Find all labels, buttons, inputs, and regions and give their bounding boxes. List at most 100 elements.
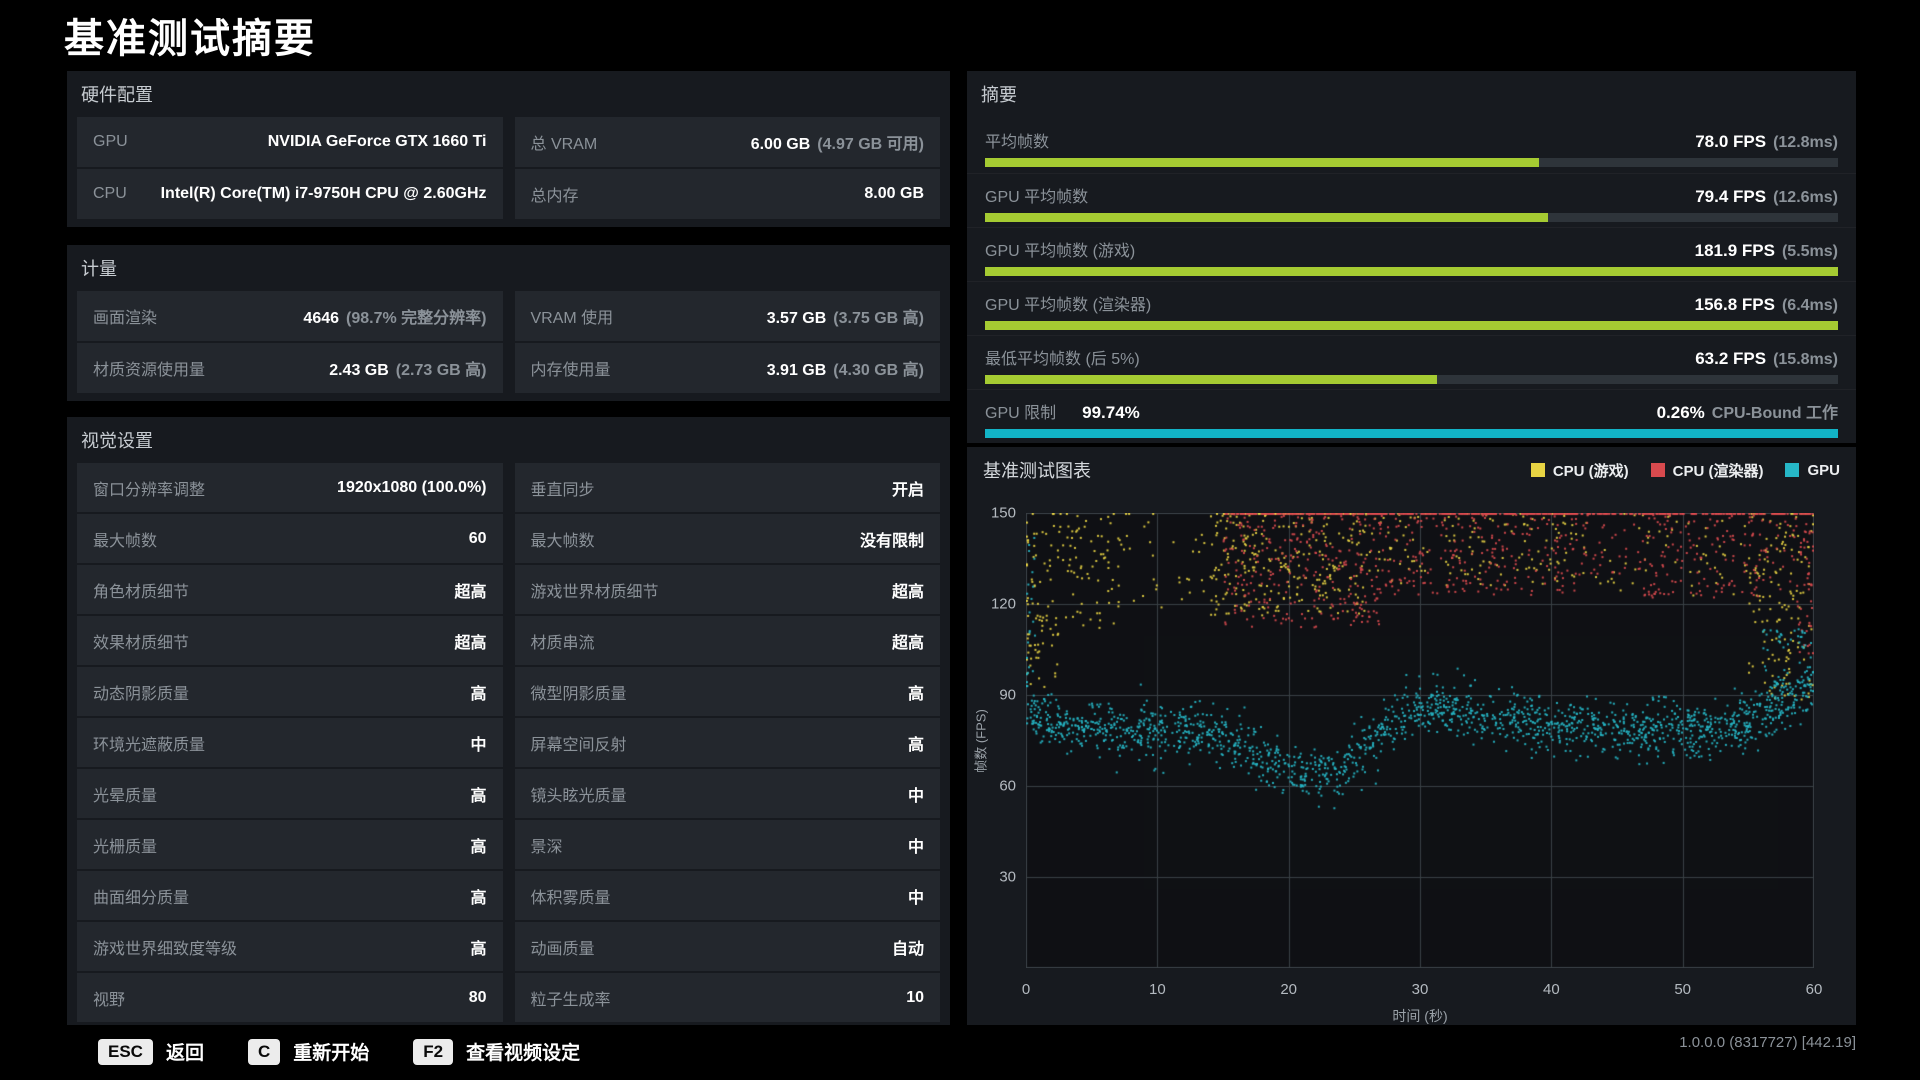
setting-value: 中 <box>907 838 924 856</box>
setting-value-group: 高 <box>470 833 486 857</box>
chart-body: 帧数 (FPS) 时间 (秒) 0 10 20 30 40 50 60 30 60 90 120 15… <box>967 493 1856 1025</box>
setting-value: 自动 <box>891 940 924 958</box>
setting-label: 效果材质细节 <box>93 634 190 652</box>
chart-title: 基准测试图表 <box>983 461 1091 481</box>
summary-row-left: GPU 平均帧数 <box>985 183 1088 207</box>
setting-label: 材质资源使用量 <box>93 362 206 379</box>
setting-note: (3.75 GB 高) <box>833 310 924 327</box>
setting-cell: 垂直同步 开启 <box>514 463 940 512</box>
setting-label: 总内存 <box>530 188 579 205</box>
summary-value: 181.9 FPS <box>1694 241 1775 260</box>
setting-value-group: 10 <box>906 989 924 1007</box>
setting-cell: 窗口分辨率调整 1920x1080 (100.0%) <box>77 463 503 512</box>
x-tick-label: 10 <box>1148 981 1166 998</box>
setting-cell: 景深 中 <box>514 820 940 869</box>
summary-panel-title: 摘要 <box>981 85 1017 105</box>
summary-row: GPU 平均帧数 79.4 FPS (12.6ms) <box>967 173 1856 227</box>
setting-label: 环境光遮蔽质量 <box>93 736 206 754</box>
summary-value-note: (12.6ms) <box>1773 189 1838 206</box>
legend-item: GPU <box>1785 462 1840 479</box>
setting-label: 曲面细分质量 <box>93 889 190 907</box>
footer-key-hints: ESC 返回 C 重新开始 F2 查看视频设定 <box>98 1038 580 1065</box>
setting-cell: 最大帧数 60 <box>77 514 503 563</box>
setting-value: 高 <box>907 736 924 754</box>
setting-label: CPU <box>93 185 127 202</box>
y-tick-label: 120 <box>990 595 1016 613</box>
summary-row-left: GPU 平均帧数 (游戏) <box>985 237 1135 261</box>
summary-value: 78.0 FPS <box>1695 132 1767 151</box>
summary-bar-fill <box>985 429 1838 438</box>
setting-cell: GPU NVIDIA GeForce GTX 1660 Ti <box>77 117 503 167</box>
summary-bar-fill <box>985 213 1548 222</box>
summary-row-line: 平均帧数 78.0 FPS (12.8ms) <box>985 128 1838 152</box>
setting-value: 高 <box>470 787 487 805</box>
y-axis-title: 帧数 (FPS) <box>973 708 989 773</box>
setting-value-group: 3.57 GB (3.75 GB 高) <box>767 304 924 328</box>
setting-note: (4.97 GB 可用) <box>817 136 924 153</box>
summary-row-right: 79.4 FPS (12.6ms) <box>1695 187 1838 207</box>
setting-cell: 环境光遮蔽质量 中 <box>77 718 503 767</box>
summary-bar <box>985 158 1838 167</box>
summary-row-right: 0.26% CPU-Bound 工作 <box>1657 399 1838 423</box>
setting-value-group: 超高 <box>892 578 924 602</box>
summary-row: 最低平均帧数 (后 5%) 63.2 FPS (15.8ms) <box>967 335 1856 389</box>
key-hint[interactable]: F2 查看视频设定 <box>413 1038 580 1065</box>
summary-bar <box>985 375 1838 384</box>
legend-swatch <box>1785 463 1800 477</box>
x-tick-label: 50 <box>1674 981 1691 998</box>
key-esc[interactable]: ESC <box>98 1038 153 1065</box>
summary-row-left: 最低平均帧数 (后 5%) <box>985 345 1140 369</box>
setting-label: 屏幕空间反射 <box>530 736 627 754</box>
legend-label: CPU (游戏) <box>1552 462 1629 480</box>
summary-row-left: 平均帧数 <box>985 128 1049 152</box>
summary-row: GPU 平均帧数 (游戏) 181.9 FPS (5.5ms) <box>967 227 1856 281</box>
setting-value: Intel(R) Core(TM) i7-9750H CPU @ 2.60GHz <box>160 185 487 202</box>
benchmark-chart-panel: 基准测试图表 CPU (游戏) CPU (渲染器) GPU 帧数 (FPS) 时间 … <box>967 447 1856 1025</box>
setting-label: VRAM 使用 <box>530 310 614 327</box>
benchmark-scatter-canvas <box>1026 513 1814 968</box>
setting-cell: 角色材质细节 超高 <box>77 565 503 614</box>
key-f2[interactable]: F2 <box>413 1038 454 1065</box>
summary-row-left: GPU 平均帧数 (渲染器) <box>985 291 1151 315</box>
setting-label: 动态阴影质量 <box>93 685 190 703</box>
hardware-config-panel: 硬件配置 GPU NVIDIA GeForce GTX 1660 Ti 总 VRAM… <box>67 71 950 227</box>
setting-value-group: 高 <box>908 680 924 704</box>
setting-cell: 微型阴影质量 高 <box>514 667 940 716</box>
setting-label: 镜头眩光质量 <box>530 787 627 805</box>
summary-value: 63.2 FPS <box>1695 349 1767 368</box>
legend-item: CPU (渲染器) <box>1650 460 1763 481</box>
key-hint[interactable]: C 重新开始 <box>247 1038 370 1065</box>
setting-value-group: 6.00 GB (4.97 GB 可用) <box>751 130 924 154</box>
setting-label: 画面渲染 <box>93 310 158 327</box>
setting-note: (4.30 GB 高) <box>833 362 924 379</box>
setting-label: 体积雾质量 <box>530 889 611 907</box>
setting-value-group: 超高 <box>454 629 486 653</box>
key-c[interactable]: C <box>247 1038 281 1065</box>
setting-label: 微型阴影质量 <box>530 685 627 703</box>
setting-value-group: 高 <box>908 731 924 755</box>
setting-note: (2.73 GB 高) <box>395 362 487 379</box>
summary-metric-label: GPU 平均帧数 (渲染器) <box>985 297 1152 314</box>
summary-value-note: (15.8ms) <box>1773 351 1838 368</box>
key-hint[interactable]: ESC 返回 <box>98 1038 204 1065</box>
setting-cell: 效果材质细节 超高 <box>77 616 503 665</box>
setting-label: 粒子生成率 <box>530 991 611 1009</box>
setting-label: 最大帧数 <box>93 532 158 550</box>
setting-value-group: 超高 <box>454 578 486 602</box>
summary-panel: 摘要 平均帧数 78.0 FPS (12.8ms) GPU 平均帧数 79.4 FPS (… <box>967 71 1856 443</box>
setting-cell: VRAM 使用 3.57 GB (3.75 GB 高) <box>514 291 940 341</box>
setting-value: 超高 <box>891 634 924 652</box>
key-hint-label: 重新开始 <box>293 1043 370 1064</box>
summary-bar <box>985 213 1838 222</box>
setting-value-group: NVIDIA GeForce GTX 1660 Ti <box>268 133 487 151</box>
setting-value-group: 中 <box>908 833 924 857</box>
setting-label: 游戏世界细致度等级 <box>93 940 238 958</box>
setting-note: (98.7% 完整分辨率) <box>346 310 487 327</box>
summary-bar-fill <box>985 375 1438 384</box>
summary-row: GPU 平均帧数 (渲染器) 156.8 FPS (6.4ms) <box>967 281 1856 335</box>
setting-value: 超高 <box>454 634 487 652</box>
setting-value: 3.57 GB <box>766 310 827 327</box>
setting-cell: 镜头眩光质量 中 <box>514 769 940 818</box>
chart-legend: CPU (游戏) CPU (渲染器) GPU <box>1530 460 1840 481</box>
summary-metric-label: GPU 限制 <box>985 405 1057 422</box>
